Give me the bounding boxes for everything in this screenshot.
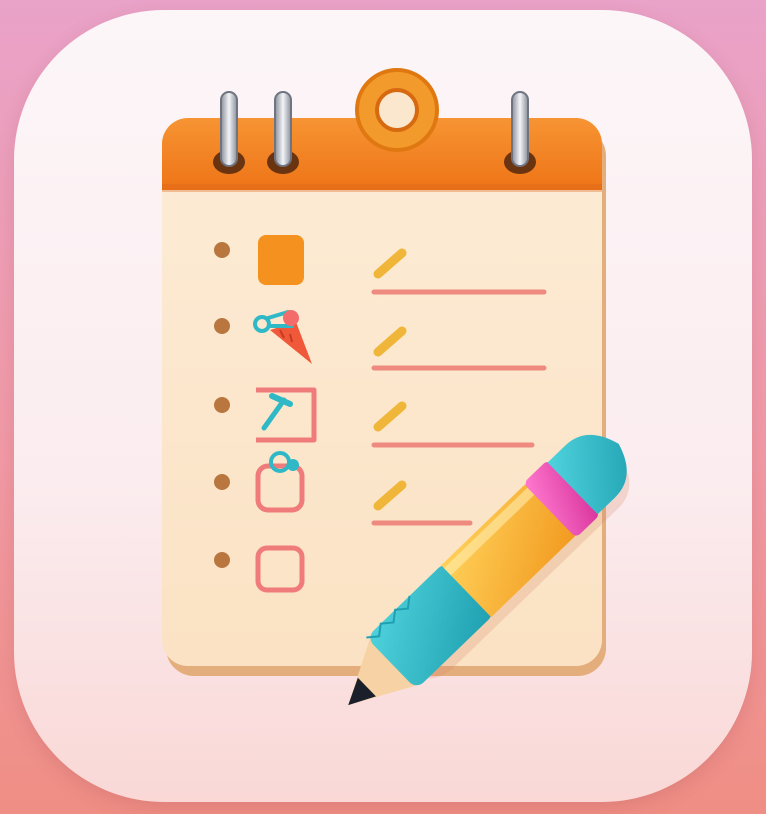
notepad — [162, 118, 606, 676]
icon-canvas — [0, 0, 766, 814]
checkbox-filled[interactable] — [258, 235, 304, 285]
hanging-ring-icon — [355, 68, 439, 152]
notepad-pencil-illustration — [162, 68, 630, 706]
